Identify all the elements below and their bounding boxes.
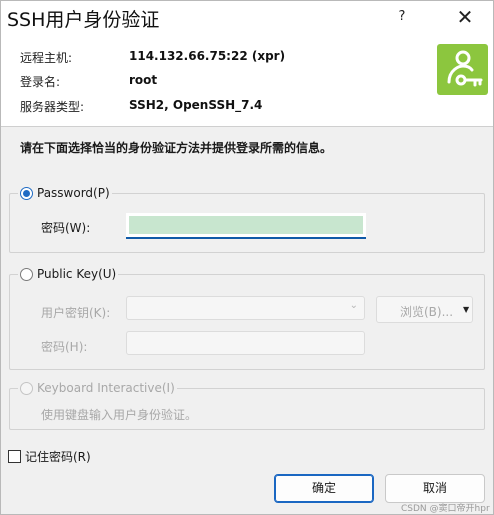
- public-key-radio-label: Public Key(U): [37, 267, 117, 281]
- login-name-value: root: [129, 73, 158, 87]
- watermark: CSDN @窦口帝开hpr: [401, 504, 490, 514]
- password-input[interactable]: [126, 213, 366, 239]
- remember-password-checkbox[interactable]: 记住密码(R): [8, 448, 91, 465]
- password-radio[interactable]: Password(P): [18, 186, 112, 200]
- chevron-down-icon: ⌄: [349, 300, 358, 311]
- server-type-label: 服务器类型:: [20, 100, 85, 114]
- password-field-label: 密码(W):: [41, 221, 91, 235]
- radio-unselected-icon: [20, 267, 33, 281]
- user-key-icon: [437, 44, 488, 95]
- remote-host-label: 远程主机:: [20, 51, 73, 65]
- radio-selected-icon: [20, 186, 33, 200]
- connection-info-panel: 远程主机: 114.132.66.75:22 (xpr) 登录名: root 服…: [1, 35, 493, 127]
- browse-button-label: 浏览(B)...: [400, 305, 454, 319]
- checkbox-icon: [8, 450, 21, 463]
- close-button[interactable]: ✕: [452, 6, 478, 28]
- keyboard-interactive-radio-label: Keyboard Interactive(I): [37, 381, 175, 395]
- login-name-label: 登录名:: [20, 75, 61, 89]
- password-input-fill: [129, 216, 363, 234]
- public-key-radio[interactable]: Public Key(U): [18, 267, 119, 281]
- ok-button[interactable]: 确定: [274, 474, 374, 503]
- radio-disabled-icon: [20, 381, 33, 395]
- keyboard-interactive-description: 使用键盘输入用户身份验证。: [41, 408, 198, 422]
- user-key-icon-graphic: [447, 50, 483, 87]
- browse-button[interactable]: 浏览(B)... ▼: [376, 296, 473, 323]
- title-bar: SSH用户身份验证 ? ✕: [1, 1, 493, 35]
- passphrase-label: 密码(H):: [41, 340, 88, 354]
- ssh-auth-dialog: SSH用户身份验证 ? ✕ 远程主机: 114.132.66.75:22 (xp…: [0, 0, 494, 515]
- user-key-label: 用户密钥(K):: [41, 306, 111, 320]
- help-button[interactable]: ?: [389, 6, 415, 28]
- dropdown-arrow-icon: ▼: [463, 305, 470, 314]
- remote-host-value: 114.132.66.75:22 (xpr): [129, 49, 286, 63]
- password-radio-label: Password(P): [37, 186, 110, 200]
- passphrase-input[interactable]: [126, 331, 365, 355]
- remember-password-label: 记住密码(R): [25, 450, 91, 464]
- server-type-value: SSH2, OpenSSH_7.4: [129, 98, 263, 112]
- cancel-button[interactable]: 取消: [385, 474, 485, 503]
- dialog-title: SSH用户身份验证: [7, 9, 160, 31]
- instruction-text: 请在下面选择恰当的身份验证方法并提供登录所需的信息。: [20, 141, 333, 155]
- user-key-dropdown[interactable]: ⌄: [126, 296, 365, 320]
- keyboard-interactive-radio[interactable]: Keyboard Interactive(I): [18, 381, 177, 395]
